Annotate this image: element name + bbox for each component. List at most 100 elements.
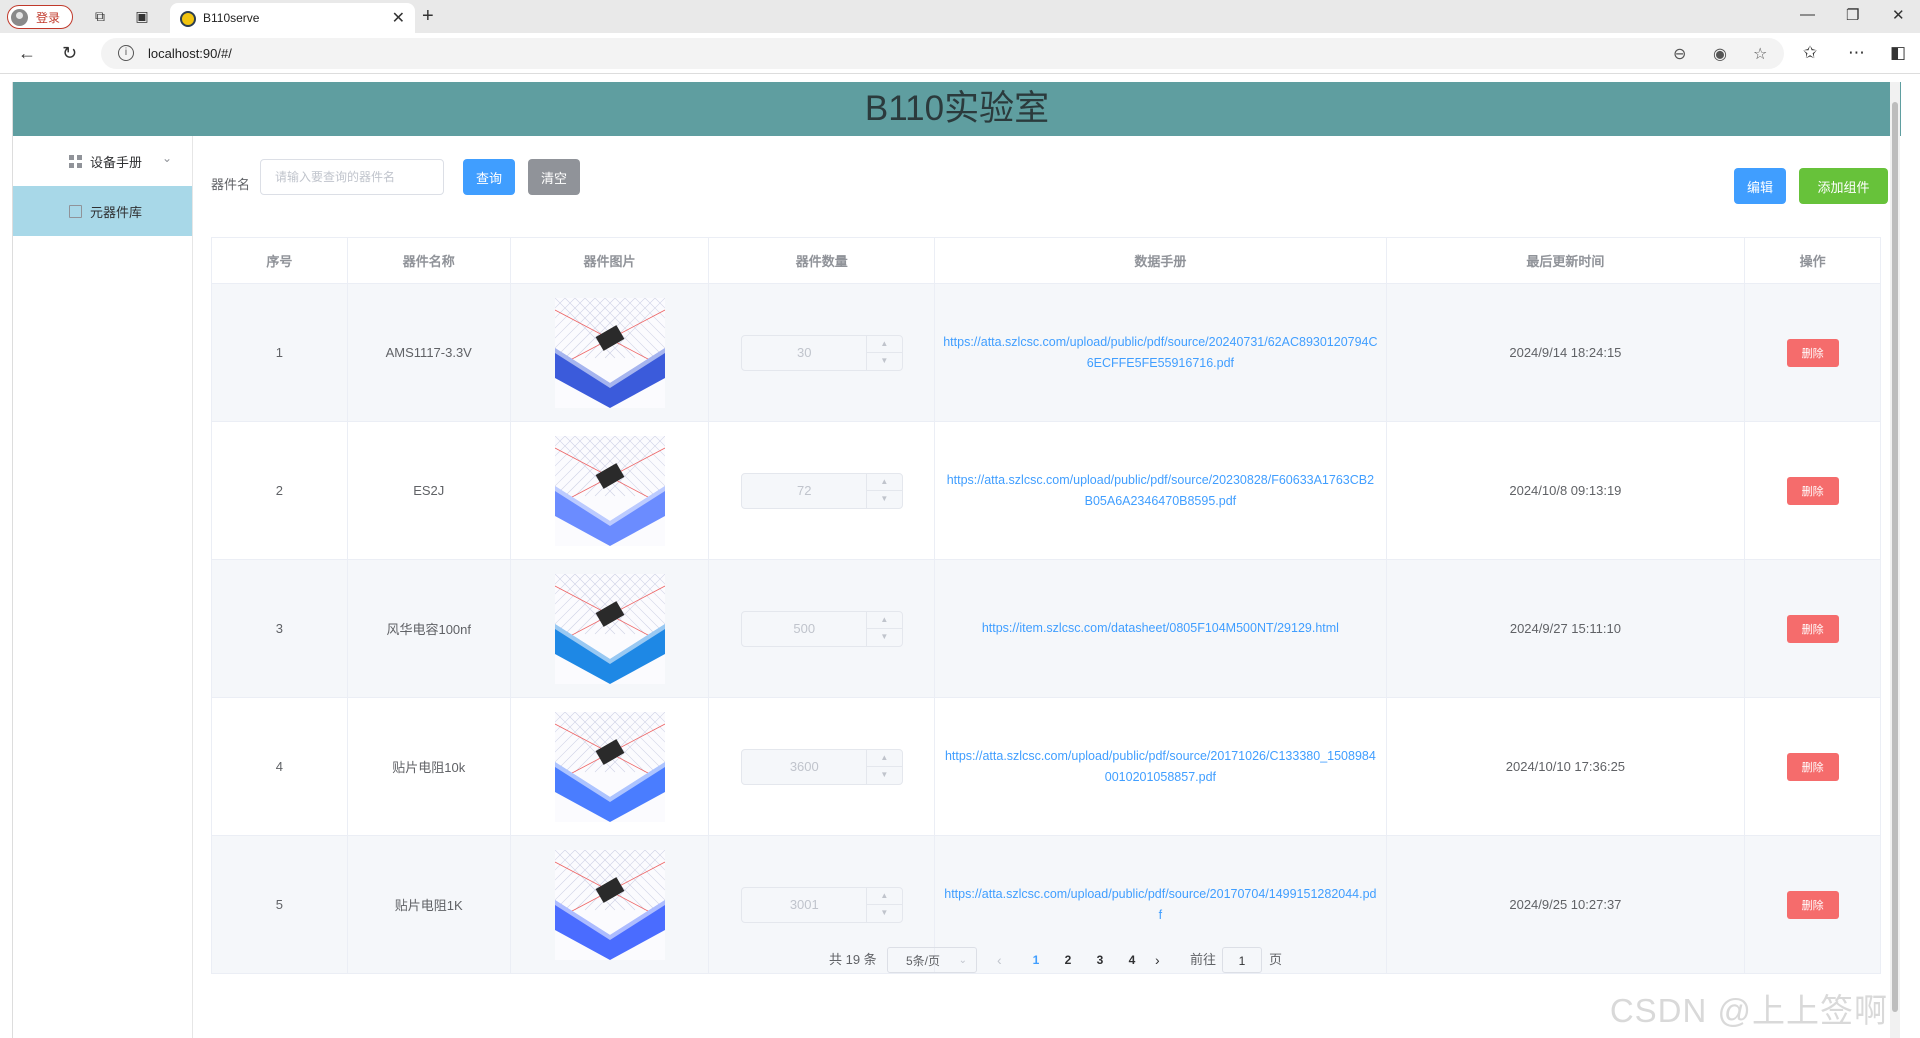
- component-photo[interactable]: [554, 711, 665, 822]
- datasheet-link[interactable]: https://item.szlcsc.com/datasheet/0805F1…: [974, 618, 1347, 639]
- header-quantity: 器件数量: [709, 238, 936, 283]
- browser-tab-active[interactable]: B110serve ✕: [170, 3, 415, 33]
- close-tab-icon[interactable]: ✕: [392, 8, 405, 28]
- quantity-value: 3001: [789, 896, 819, 912]
- delete-button[interactable]: 删除: [1786, 890, 1839, 919]
- page-title: B110实验室: [864, 89, 1050, 128]
- page-number-3[interactable]: 3: [1088, 947, 1112, 973]
- site-info-icon[interactable]: i: [118, 45, 134, 61]
- decrease-icon: ▼: [880, 493, 889, 503]
- component-photo[interactable]: [554, 573, 665, 684]
- row-datasheet-cell: https://item.szlcsc.com/datasheet/0805F1…: [935, 560, 1387, 697]
- row-name: AMS1117-3.3V: [348, 284, 511, 421]
- quantity-stepper: 3600 ▲ ▼: [740, 748, 903, 785]
- restore-icon[interactable]: ❐: [1846, 6, 1859, 24]
- decrease-icon: ▼: [880, 907, 889, 917]
- page-scrollbar[interactable]: [1890, 82, 1900, 1038]
- page-number-1[interactable]: 1: [1024, 947, 1048, 973]
- table-row: 2 ES2J 72 ▲ ▼ https://atta.szlcsc.com/upload/…: [212, 421, 1880, 559]
- add-component-button[interactable]: 添加组件: [1799, 168, 1888, 204]
- row-updated: 2024/10/8 09:13:19: [1387, 422, 1746, 559]
- workspaces-icon[interactable]: ⧉: [92, 8, 108, 24]
- datasheet-link[interactable]: https://atta.szlcsc.com/upload/public/pd…: [935, 332, 1385, 374]
- scrollbar-thumb[interactable]: [1892, 102, 1898, 1012]
- table-row: 3 风华电容100nf 500 ▲ ▼ https://item.szlcsc.com/d…: [212, 559, 1880, 697]
- refresh-icon[interactable]: ↻: [62, 43, 77, 64]
- delete-button[interactable]: 删除: [1786, 614, 1839, 643]
- search-label: 器件名: [211, 177, 251, 192]
- row-index: 2: [212, 422, 348, 559]
- document-icon: [69, 204, 82, 218]
- row-index: 1: [212, 284, 348, 421]
- row-datasheet-cell: https://atta.szlcsc.com/upload/public/pd…: [935, 284, 1387, 421]
- page-number-4[interactable]: 4: [1120, 947, 1144, 973]
- stepper-arrows: ▲ ▼: [865, 749, 902, 784]
- row-quantity-cell: 30 ▲ ▼: [709, 284, 936, 421]
- window-close-icon[interactable]: ✕: [1892, 6, 1905, 24]
- chevron-down-icon: ⌄: [958, 955, 967, 966]
- more-menu-icon[interactable]: ⋯: [1848, 43, 1865, 63]
- header-image: 器件图片: [511, 238, 710, 283]
- quantity-value: 30: [797, 344, 812, 360]
- new-tab-icon[interactable]: +: [422, 5, 434, 28]
- quantity-stepper: 30 ▲ ▼: [740, 334, 903, 371]
- datasheet-link[interactable]: https://atta.szlcsc.com/upload/public/pd…: [935, 470, 1385, 512]
- url-text[interactable]: localhost:90/#/: [148, 46, 232, 61]
- component-photo[interactable]: [554, 435, 665, 546]
- sidebar-item-device-manuals[interactable]: 设备手册 ⌄: [13, 136, 192, 186]
- quantity-value: 72: [797, 482, 812, 498]
- sidebar-item-component-library[interactable]: 元器件库: [13, 186, 192, 236]
- row-updated: 2024/10/10 17:36:25: [1387, 698, 1746, 835]
- address-bar[interactable]: i localhost:90/#/ ⊖ ◉ ☆: [101, 38, 1784, 69]
- goto-page-input[interactable]: 1: [1222, 947, 1262, 973]
- goto-prefix: 前往: [1190, 952, 1217, 967]
- stepper-arrows: ▲ ▼: [865, 473, 902, 508]
- immersive-reader-icon[interactable]: ◉: [1713, 44, 1727, 64]
- page-number-2[interactable]: 2: [1056, 947, 1080, 973]
- component-photo[interactable]: [554, 849, 665, 960]
- header-actions: 操作: [1799, 254, 1826, 269]
- row-image-cell: [511, 284, 710, 421]
- back-icon[interactable]: ←: [18, 43, 36, 64]
- delete-button[interactable]: 删除: [1786, 752, 1839, 781]
- tab-actions-icon[interactable]: ▣: [134, 8, 150, 24]
- sidebar-item-label: 设备手册: [90, 154, 143, 170]
- page-size-select[interactable]: 5条/页 ⌄: [887, 947, 977, 973]
- page-size-value: 5条/页: [906, 954, 941, 968]
- next-page-icon[interactable]: ›: [1155, 947, 1160, 973]
- row-datasheet-cell: https://atta.szlcsc.com/upload/public/pd…: [935, 698, 1387, 835]
- query-button[interactable]: 查询: [463, 159, 515, 195]
- clear-button[interactable]: 清空: [528, 159, 580, 195]
- chevron-down-icon: ⌄: [161, 151, 172, 165]
- search-input[interactable]: [260, 159, 444, 195]
- row-actions: 删除: [1745, 698, 1880, 835]
- goto-suffix: 页: [1269, 952, 1283, 967]
- datasheet-link[interactable]: https://atta.szlcsc.com/upload/public/pd…: [935, 884, 1385, 926]
- decrease-icon: ▼: [880, 355, 889, 365]
- delete-button[interactable]: 删除: [1786, 338, 1839, 367]
- profile-button[interactable]: 登录: [7, 5, 73, 29]
- increase-icon: ▲: [866, 612, 902, 629]
- stepper-arrows: ▲ ▼: [865, 611, 902, 646]
- edit-button[interactable]: 编辑: [1734, 168, 1786, 204]
- sidebar: 设备手册 ⌄ 元器件库: [13, 136, 193, 1038]
- datasheet-link[interactable]: https://atta.szlcsc.com/upload/public/pd…: [935, 746, 1385, 788]
- header-datasheet: 数据手册: [935, 238, 1387, 283]
- row-actions: 删除: [1745, 560, 1880, 697]
- row-image-cell: [511, 560, 710, 697]
- component-photo[interactable]: [554, 297, 665, 408]
- zoom-icon[interactable]: ⊖: [1673, 44, 1686, 64]
- favorite-star-icon[interactable]: ☆: [1753, 44, 1767, 64]
- favorites-icon[interactable]: ✩: [1803, 43, 1817, 63]
- delete-button[interactable]: 删除: [1786, 476, 1839, 505]
- quantity-stepper: 72 ▲ ▼: [740, 472, 903, 509]
- pagination-total: 共 19 条: [829, 952, 877, 967]
- minimize-icon[interactable]: —: [1800, 6, 1815, 23]
- table-row: 1 AMS1117-3.3V 30 ▲ ▼ https://atta.szlcsc.com…: [212, 283, 1880, 421]
- profile-label: 登录: [36, 10, 61, 25]
- prev-page-icon[interactable]: ‹: [997, 947, 1002, 973]
- row-name: 风华电容100nf: [348, 560, 511, 697]
- sidebar-toggle-icon[interactable]: ◧: [1890, 43, 1906, 63]
- avatar-icon: [11, 8, 28, 26]
- row-index: 3: [212, 560, 348, 697]
